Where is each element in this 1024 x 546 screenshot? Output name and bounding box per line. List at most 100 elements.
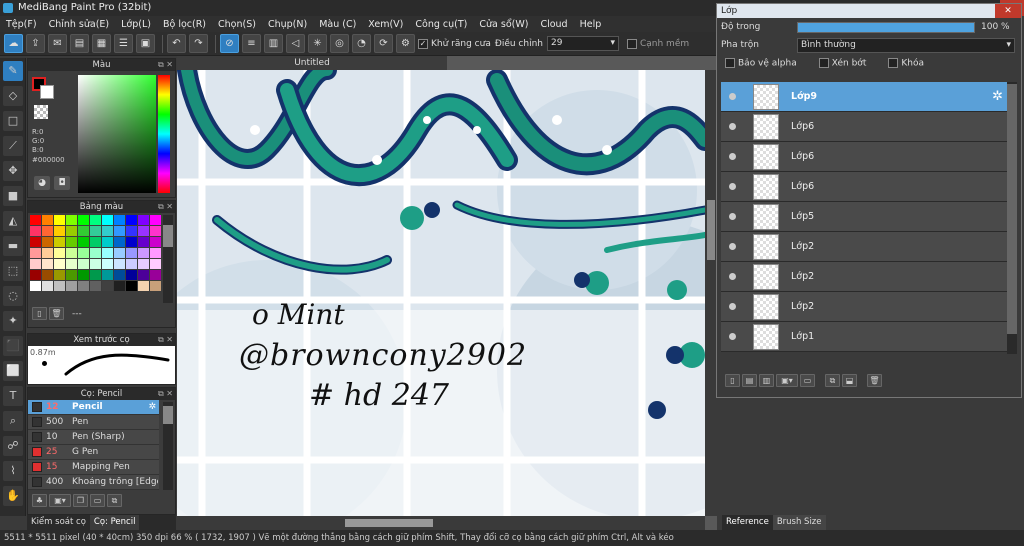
canvas-horizontal-scrollbar[interactable] [177,516,705,530]
color-swatch[interactable] [114,281,125,291]
gear-icon[interactable]: ✲ [148,402,156,412]
drawing-canvas[interactable]: o Mint @browncony2902 # hd 247 [177,70,705,516]
eye-icon[interactable] [729,153,736,160]
soft-edge-checkbox[interactable] [626,38,637,49]
color-swatch[interactable] [150,270,161,280]
menu-window[interactable]: Cửa sổ(W) [473,19,534,30]
color-swatch[interactable] [102,259,113,269]
color-swatch[interactable] [54,248,65,258]
color-swatch[interactable] [66,215,77,225]
duplicate-icon[interactable]: ⧉ [107,494,122,507]
eye-icon[interactable] [729,303,736,310]
menu-view[interactable]: Xem(V) [362,19,409,30]
layer-row[interactable]: Lớp2 [721,262,1007,292]
new-halftone-layer-icon[interactable]: ▤ [742,374,757,387]
undo-icon[interactable]: ↶ [167,34,186,53]
document-tab[interactable]: Untitled [177,56,447,70]
rotate-icon[interactable]: ⟳ [374,34,393,53]
color-swatch[interactable] [114,226,125,236]
parallel-snap-icon[interactable]: ≡ [242,34,261,53]
color-swatch[interactable] [54,215,65,225]
trash-icon[interactable]: 🗑 [49,307,64,320]
tab-brush-control[interactable]: Kiểm soát cọ [27,515,90,530]
color-swatch[interactable] [78,281,89,291]
color-swatch[interactable] [42,281,53,291]
menu-filter[interactable]: Bộ lọc(R) [157,19,212,30]
layer-scrollbar[interactable] [1007,82,1017,354]
color-swatch[interactable] [126,226,137,236]
eye-icon[interactable] [729,333,736,340]
background-color[interactable] [40,85,54,99]
color-swatch[interactable] [30,281,41,291]
layer-row[interactable]: Lớp2 [721,292,1007,322]
menu-help[interactable]: Help [574,19,608,30]
color-swatch[interactable] [54,270,65,280]
color-swatch[interactable] [150,237,161,247]
close-icon[interactable]: ⧉ ✕ [158,388,173,400]
eye-icon[interactable] [729,243,736,250]
menu-edit[interactable]: Chỉnh sửa(E) [43,19,116,30]
color-swatch[interactable] [102,237,113,247]
add-brush-icon[interactable]: ♣ [32,494,47,507]
text-icon[interactable]: T [3,386,23,406]
color-swatch[interactable] [78,215,89,225]
grid-snap-icon[interactable]: ▥ [264,34,283,53]
color-gradient-square[interactable] [78,75,156,193]
brush-icon[interactable]: ✎ [3,61,23,81]
fill-icon[interactable]: ◭ [3,211,23,231]
eye-icon[interactable] [729,213,736,220]
color-swatch[interactable] [30,226,41,236]
brush-item-pencil[interactable]: 12 Pencil ✲ [28,400,159,415]
folder-icon[interactable]: ▭ [90,494,105,507]
tab-brush-size[interactable]: Brush Size [772,515,826,530]
protect-alpha-option[interactable]: Bảo vệ alpha [725,57,797,68]
swatch-scrollbar[interactable] [163,215,173,303]
eye-icon[interactable] [729,183,736,190]
radial-snap-icon[interactable]: ✳ [308,34,327,53]
layer-row[interactable]: Lớp1 [721,322,1007,352]
color-swatch[interactable] [114,215,125,225]
eye-icon[interactable] [729,123,736,130]
brush-item-pen[interactable]: 500 Pen [28,415,159,430]
clipping-checkbox[interactable] [818,57,829,68]
color-swatch[interactable] [126,270,137,280]
color-swatch[interactable] [114,259,125,269]
color-swatch[interactable] [102,215,113,225]
redo-icon[interactable]: ↷ [189,34,208,53]
dropper-icon[interactable]: ⌕ [3,411,23,431]
menu-tools[interactable]: Công cụ(T) [409,19,473,30]
hand-icon[interactable]: ✋ [3,486,23,506]
list-icon[interactable]: ☰ [114,34,133,53]
color-swatch[interactable] [126,259,137,269]
color-swatch[interactable] [102,226,113,236]
concentric-snap-icon[interactable]: ◎ [330,34,349,53]
pen-icon[interactable]: ⟋ [3,136,23,156]
layer-row[interactable]: Lớp5 [721,202,1007,232]
color-swatch[interactable] [30,237,41,247]
fill-rect-icon[interactable]: ■ [3,186,23,206]
color-swatch[interactable] [42,270,53,280]
color-swatch[interactable] [150,259,161,269]
color-swatch[interactable] [138,226,149,236]
color-swatch[interactable] [66,281,77,291]
color-swatch[interactable] [78,237,89,247]
color-swatch[interactable] [90,281,101,291]
antialias-checkbox[interactable]: ✓ [418,38,428,49]
brush-menu-icon[interactable]: ▣▾ [49,494,71,507]
color-swatch[interactable] [138,237,149,247]
color-swatch[interactable] [150,281,161,291]
color-swatch[interactable] [114,237,125,247]
color-swatch[interactable] [102,281,113,291]
duplicate-layer-icon[interactable]: ⧉ [825,374,840,387]
layer-row[interactable]: Lớp6 [721,172,1007,202]
layer-row[interactable]: Lớp6 [721,112,1007,142]
color-swatch[interactable] [66,270,77,280]
swatch-more[interactable]: --- [72,309,82,319]
color-swatch[interactable] [138,281,149,291]
color-swatch[interactable] [66,237,77,247]
layer-row[interactable]: Lớp9 ✲ [721,82,1007,112]
color-swatch[interactable] [54,259,65,269]
color-swatch[interactable] [78,270,89,280]
eyedropper-icon[interactable]: ⌇ [3,461,23,481]
opacity-slider[interactable] [797,21,975,33]
